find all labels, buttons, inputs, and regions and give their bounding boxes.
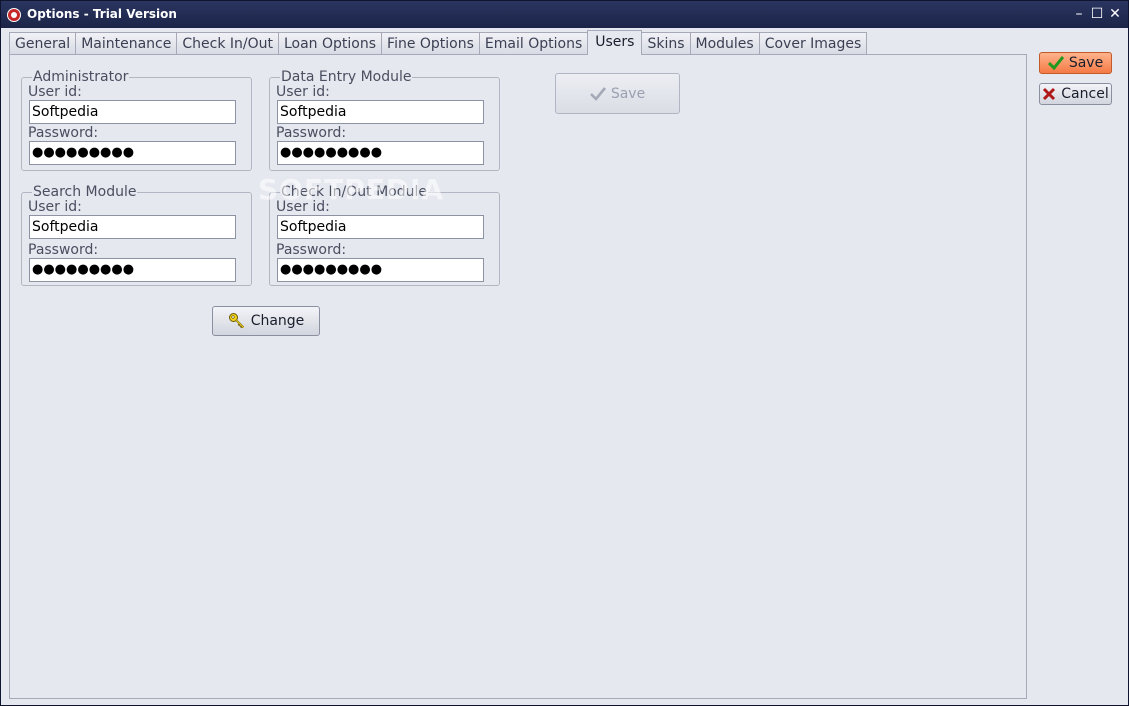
tab-check-in-out[interactable]: Check In/Out — [176, 32, 279, 55]
tab-users[interactable]: Users — [587, 30, 643, 55]
password-label: Password: — [276, 242, 347, 258]
administrator-password-input[interactable]: ●●●●●●●●● — [29, 141, 236, 165]
group-legend: Administrator — [32, 69, 130, 85]
title-bar[interactable]: Options - Trial Version – ☐ ✕ — [1, 1, 1128, 28]
data-entry-module-group: Data Entry Module User id: Softpedia Pas… — [269, 69, 500, 171]
userid-label: User id: — [276, 84, 330, 100]
change-button-label: Change — [250, 313, 305, 329]
data-entry-userid-input[interactable]: Softpedia — [277, 100, 484, 124]
app-icon — [7, 8, 21, 22]
x-icon — [1043, 87, 1056, 101]
check-in-out-module-group: Check In/Out Module User id: Softpedia P… — [269, 184, 500, 286]
panel-save-label: Save — [610, 85, 646, 102]
maximize-button[interactable]: ☐ — [1087, 4, 1107, 24]
change-button[interactable]: Change — [212, 306, 320, 336]
close-button[interactable]: ✕ — [1105, 4, 1125, 24]
tab-maintenance[interactable]: Maintenance — [75, 32, 178, 55]
users-tab-panel: Administrator User id: Softpedia Passwor… — [9, 54, 1027, 699]
userid-label: User id: — [28, 84, 82, 100]
administrator-userid-input[interactable]: Softpedia — [29, 100, 236, 124]
search-userid-input[interactable]: Softpedia — [29, 215, 236, 239]
tab-modules[interactable]: Modules — [689, 32, 760, 55]
tab-email-options[interactable]: Email Options — [478, 32, 589, 55]
search-password-input[interactable]: ●●●●●●●●● — [29, 258, 236, 282]
window-title: Options - Trial Version — [27, 7, 177, 21]
cancel-button-label: Cancel — [1061, 86, 1109, 102]
tab-loan-options[interactable]: Loan Options — [277, 32, 383, 55]
save-button-label: Save — [1068, 55, 1104, 71]
softpedia-watermark: SOFTPEDIA — [258, 173, 445, 206]
tab-strip: General Maintenance Check In/Out Loan Optio… — [9, 30, 868, 55]
checkmark-icon — [1047, 56, 1064, 70]
administrator-group: Administrator User id: Softpedia Passwor… — [21, 69, 252, 171]
search-module-group: Search Module User id: Softpedia Passwor… — [21, 184, 252, 286]
tab-general[interactable]: General — [9, 32, 77, 55]
data-entry-password-input[interactable]: ●●●●●●●●● — [277, 141, 484, 165]
cancel-button[interactable]: Cancel — [1039, 83, 1112, 105]
panel-save-button[interactable]: Save — [555, 73, 680, 114]
group-legend: Search Module — [32, 184, 138, 200]
check-in-out-userid-input[interactable]: Softpedia — [277, 215, 484, 239]
options-window: Options - Trial Version – ☐ ✕ General Mai… — [0, 0, 1129, 706]
password-label: Password: — [28, 242, 99, 258]
minimize-button[interactable]: – — [1069, 4, 1089, 24]
tab-skins[interactable]: Skins — [641, 32, 691, 55]
password-label: Password: — [276, 125, 347, 141]
checkmark-icon — [589, 86, 606, 101]
tab-cover-images[interactable]: Cover Images — [758, 32, 868, 55]
userid-label: User id: — [28, 199, 82, 215]
key-icon — [228, 313, 244, 329]
check-in-out-password-input[interactable]: ●●●●●●●●● — [277, 258, 484, 282]
password-label: Password: — [28, 125, 99, 141]
group-legend: Data Entry Module — [280, 69, 413, 85]
save-button[interactable]: Save — [1039, 52, 1112, 74]
tab-fine-options[interactable]: Fine Options — [381, 32, 480, 55]
